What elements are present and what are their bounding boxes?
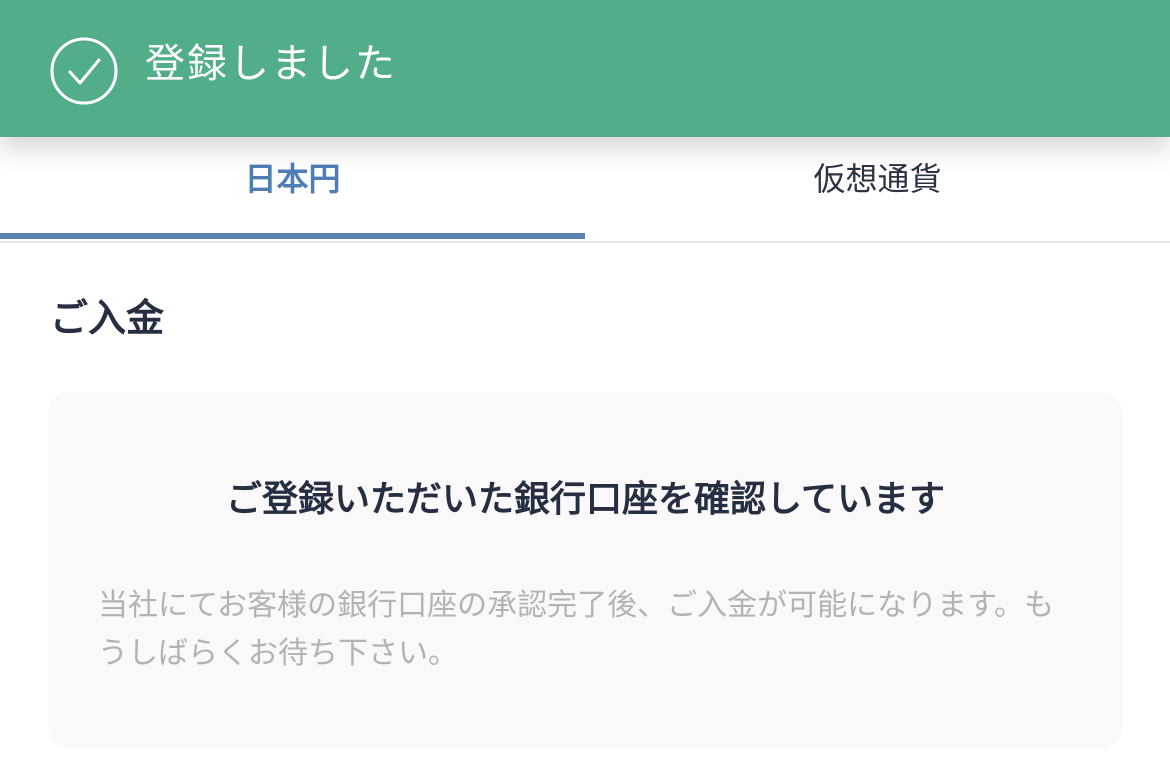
bank-verification-notice: ご登録いただいた銀行口座を確認しています 当社にてお客様の銀行口座の承認完了後、… — [48, 392, 1123, 748]
section-title-deposit: ご入金 — [50, 296, 165, 340]
success-toast: 登録しました — [0, 0, 1170, 137]
notice-body: 当社にてお客様の銀行口座の承認完了後、ご入金が可能になります。もうしばらくお待ち… — [98, 588, 1055, 671]
deposit-page: 登録しました 日本円 仮想通貨 ご入金 ご登録いただいた銀行口座を確認しています… — [0, 0, 1170, 772]
tab-crypto[interactable]: 仮想通貨 — [585, 137, 1170, 241]
tab-jpy[interactable]: 日本円 — [0, 137, 585, 241]
toast-message: 登録しました — [145, 41, 397, 87]
active-tab-indicator — [0, 233, 585, 239]
notice-title: ご登録いただいた銀行口座を確認しています — [226, 479, 945, 520]
currency-tabs: 日本円 仮想通貨 — [0, 137, 1170, 243]
check-circle-icon — [49, 36, 119, 106]
